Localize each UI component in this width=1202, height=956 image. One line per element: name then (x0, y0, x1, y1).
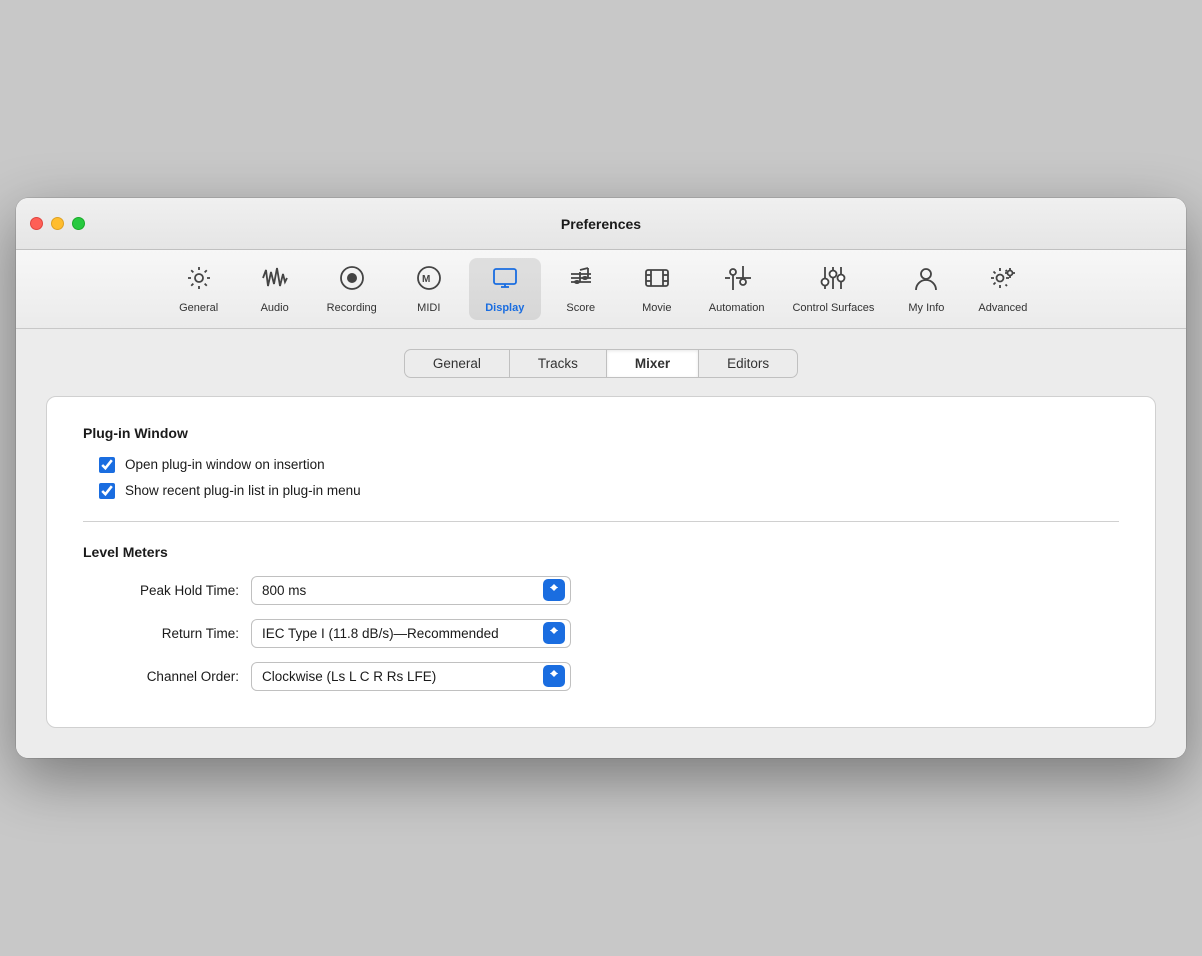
subtab-mixer[interactable]: Mixer (606, 349, 698, 378)
toolbar-item-midi[interactable]: M MIDI (393, 258, 465, 319)
settings-panel: Plug-in Window Open plug-in window on in… (46, 396, 1156, 728)
return-time-label: Return Time: (99, 626, 239, 641)
toolbar-label-my-info: My Info (908, 302, 944, 314)
section-divider (83, 521, 1119, 522)
traffic-lights (30, 217, 85, 230)
peak-hold-time-select[interactable]: 200 ms 400 ms 600 ms 800 ms 1000 ms 2000… (251, 576, 571, 605)
person-icon (912, 264, 940, 298)
sliders-icon (819, 264, 847, 298)
close-button[interactable] (30, 217, 43, 230)
peak-hold-time-label: Peak Hold Time: (99, 583, 239, 598)
toolbar-label-display: Display (485, 302, 524, 314)
window-title: Preferences (561, 216, 641, 232)
subtabs: General Tracks Mixer Editors (46, 349, 1156, 378)
titlebar: Preferences (16, 198, 1186, 250)
toolbar-item-movie[interactable]: Movie (621, 258, 693, 319)
movie-icon (643, 264, 671, 298)
open-plugin-label[interactable]: Open plug-in window on insertion (125, 457, 325, 472)
preferences-window: Preferences General Audio (16, 198, 1186, 757)
subtab-editors[interactable]: Editors (698, 349, 798, 378)
gear-advanced-icon (989, 264, 1017, 298)
maximize-button[interactable] (72, 217, 85, 230)
gear-icon (185, 264, 213, 298)
level-meters-form: Peak Hold Time: 200 ms 400 ms 600 ms 800… (99, 576, 1119, 691)
toolbar-item-display[interactable]: Display (469, 258, 541, 319)
channel-order-label: Channel Order: (99, 669, 239, 684)
peak-hold-time-wrapper: 200 ms 400 ms 600 ms 800 ms 1000 ms 2000… (251, 576, 571, 605)
channel-order-row: Channel Order: Clockwise (Ls L C R Rs LF… (99, 662, 1119, 691)
open-plugin-checkbox[interactable] (99, 457, 115, 473)
content-area: General Tracks Mixer Editors Plug-in Win… (16, 329, 1186, 758)
toolbar-item-general[interactable]: General (163, 258, 235, 319)
channel-order-wrapper: Clockwise (Ls L C R Rs LFE) Counter-cloc… (251, 662, 571, 691)
toolbar-label-movie: Movie (642, 302, 671, 314)
automation-icon (723, 264, 751, 298)
return-time-row: Return Time: IEC Type I (11.8 dB/s)—Reco… (99, 619, 1119, 648)
channel-order-select[interactable]: Clockwise (Ls L C R Rs LFE) Counter-cloc… (251, 662, 571, 691)
waveform-icon (261, 264, 289, 298)
level-meters-title: Level Meters (83, 544, 1119, 560)
toolbar-item-my-info[interactable]: My Info (890, 258, 962, 319)
toolbar-item-control-surfaces[interactable]: Control Surfaces (780, 258, 886, 319)
peak-hold-time-row: Peak Hold Time: 200 ms 400 ms 600 ms 800… (99, 576, 1119, 605)
show-recent-plugin-checkbox[interactable] (99, 483, 115, 499)
toolbar: General Audio Recording (16, 250, 1186, 328)
return-time-select[interactable]: IEC Type I (11.8 dB/s)—Recommended IEC T… (251, 619, 571, 648)
display-icon (491, 264, 519, 298)
toolbar-item-advanced[interactable]: Advanced (966, 258, 1039, 319)
midi-icon: M (415, 264, 443, 298)
checkbox-row-open-plugin: Open plug-in window on insertion (99, 457, 1119, 473)
toolbar-label-midi: MIDI (417, 302, 440, 314)
toolbar-item-audio[interactable]: Audio (239, 258, 311, 319)
subtab-general[interactable]: General (404, 349, 509, 378)
subtab-tracks[interactable]: Tracks (509, 349, 606, 378)
plugin-window-title: Plug-in Window (83, 425, 1119, 441)
toolbar-label-audio: Audio (261, 302, 289, 314)
toolbar-label-advanced: Advanced (978, 302, 1027, 314)
toolbar-item-recording[interactable]: Recording (315, 258, 389, 319)
toolbar-label-control-surfaces: Control Surfaces (792, 302, 874, 314)
checkbox-row-show-recent: Show recent plug-in list in plug-in menu (99, 483, 1119, 499)
minimize-button[interactable] (51, 217, 64, 230)
toolbar-label-general: General (179, 302, 218, 314)
show-recent-plugin-label[interactable]: Show recent plug-in list in plug-in menu (125, 483, 361, 498)
toolbar-label-score: Score (566, 302, 595, 314)
score-icon (567, 264, 595, 298)
record-icon (338, 264, 366, 298)
toolbar-label-recording: Recording (327, 302, 377, 314)
return-time-wrapper: IEC Type I (11.8 dB/s)—Recommended IEC T… (251, 619, 571, 648)
toolbar-item-automation[interactable]: Automation (697, 258, 777, 319)
toolbar-item-score[interactable]: Score (545, 258, 617, 319)
svg-text:M: M (422, 274, 430, 285)
toolbar-label-automation: Automation (709, 302, 765, 314)
